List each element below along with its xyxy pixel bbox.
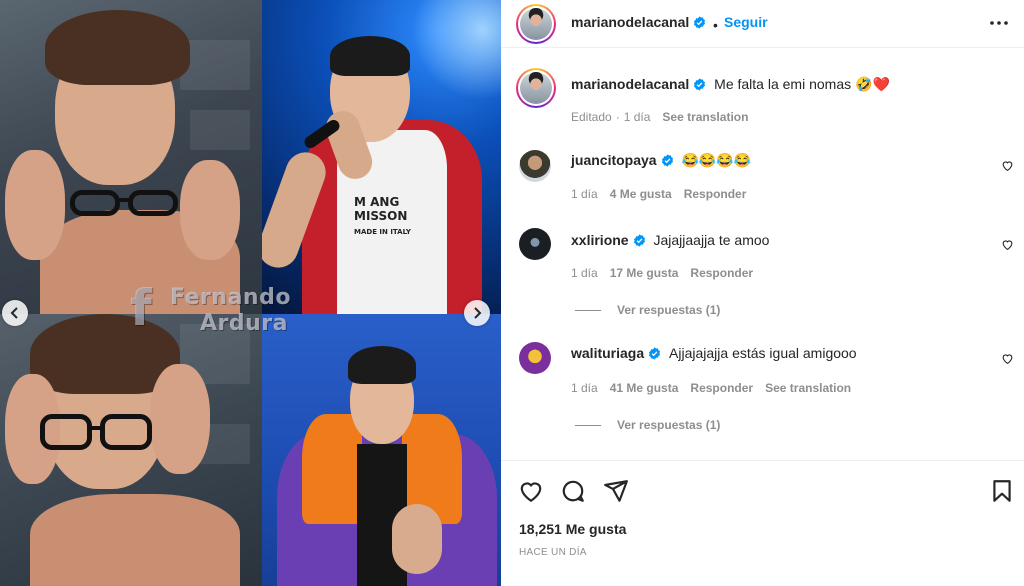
chevron-left-icon: [10, 307, 18, 319]
meme-tile-top-left: [0, 0, 262, 314]
meme-tile-bottom-left: [0, 314, 262, 586]
edited-label: Editado: [571, 110, 612, 124]
share-icon[interactable]: [603, 478, 629, 504]
comment-text: Ajjajajajja estás igual amigooo: [669, 345, 857, 361]
photo-tile-bottom-right: [262, 314, 501, 586]
replies-divider: [575, 425, 601, 427]
replies-divider: [575, 310, 601, 312]
verified-badge-icon: [661, 154, 673, 167]
heart-icon[interactable]: [1001, 352, 1014, 365]
bookmark-icon[interactable]: [989, 478, 1015, 504]
comment-line: juancitopaya 😂😂😂😂: [571, 152, 751, 169]
reply-button[interactable]: Responder: [684, 187, 747, 201]
more-options-icon[interactable]: [988, 14, 1010, 32]
meta-separator: ·: [615, 110, 620, 124]
view-replies-label: Ver respuestas (1): [617, 418, 721, 432]
next-slide-button[interactable]: [464, 300, 490, 326]
caption-avatar[interactable]: [516, 68, 556, 108]
header-separator: •: [713, 17, 718, 33]
verified-badge-icon: [694, 78, 706, 91]
comment-meta: 1 día 17 Me gusta Responder: [571, 266, 765, 280]
comment-avatar[interactable]: [519, 228, 551, 260]
comment-time: 1 día: [571, 381, 598, 395]
verified-badge-icon: [694, 16, 706, 29]
comment-username[interactable]: xxlirione: [571, 232, 629, 248]
comment-line: walituriaga Ajjajajajja estás igual amig…: [571, 345, 857, 361]
view-replies-button[interactable]: Ver respuestas (1): [575, 418, 720, 432]
view-replies-button[interactable]: Ver respuestas (1): [575, 303, 720, 317]
comment-line: xxlirione Jajajjaajja te amoo: [571, 232, 769, 248]
author-username[interactable]: marianodelacanal: [571, 14, 689, 30]
heart-icon[interactable]: [1001, 159, 1014, 172]
follow-button[interactable]: Seguir: [724, 14, 768, 30]
comment-username[interactable]: juancitopaya: [571, 152, 657, 168]
reply-button[interactable]: Responder: [690, 381, 753, 395]
comment-avatar[interactable]: [519, 150, 551, 182]
caption-line: marianodelacanal Me falta la emi nomas 🤣…: [571, 76, 890, 93]
reply-button[interactable]: Responder: [690, 266, 753, 280]
author-name-wrap: marianodelacanal: [571, 14, 706, 30]
comment-item: walituriaga Ajjajajajja estás igual amig…: [501, 338, 1024, 438]
see-translation-link[interactable]: See translation: [765, 381, 851, 395]
heart-icon[interactable]: [1001, 238, 1014, 251]
comment-likes-link[interactable]: 4 Me gusta: [610, 187, 672, 201]
shirt-print: M ANG MISSON MADE IN ITALY: [354, 195, 412, 236]
comment-username[interactable]: walituriaga: [571, 345, 644, 361]
post-side-panel: marianodelacanal • Seguir marianodelacan…: [501, 0, 1024, 586]
comment-meta: 1 día 4 Me gusta Responder: [571, 187, 758, 201]
heart-icon[interactable]: [518, 478, 544, 504]
caption: marianodelacanal Me falta la emi nomas 🤣…: [501, 62, 1024, 132]
caption-meta: Editado · 1 día See translation: [571, 110, 760, 124]
post-media[interactable]: M ANG MISSON MADE IN ITALY f Fernando Ardu…: [0, 0, 501, 586]
comment-text: Jajajjaajja te amoo: [653, 232, 770, 248]
likes-count[interactable]: 18,251 Me gusta: [519, 521, 626, 537]
comment-likes-link[interactable]: 17 Me gusta: [610, 266, 679, 280]
comment-likes-link[interactable]: 41 Me gusta: [610, 381, 679, 395]
author-avatar[interactable]: [516, 4, 556, 44]
comment-time: 1 día: [571, 266, 598, 280]
comment-icon[interactable]: [560, 478, 586, 504]
verified-badge-icon: [649, 347, 661, 360]
comment-item: xxlirione Jajajjaajja te amoo 1 día 17 Me…: [501, 222, 1024, 322]
post-header: marianodelacanal • Seguir: [501, 0, 1024, 48]
comment-meta: 1 día 41 Me gusta Responder See translation: [571, 381, 863, 395]
caption-time: 1 día: [623, 110, 651, 124]
post-date: HACE UN DÍA: [519, 547, 587, 558]
caption-username[interactable]: marianodelacanal: [571, 76, 689, 92]
comment-text: 😂😂😂😂: [681, 152, 752, 168]
verified-badge-icon: [633, 234, 645, 247]
comment-item: juancitopaya 😂😂😂😂 1 día 4 Me gusta Respond…: [501, 142, 1024, 212]
comment-avatar[interactable]: [519, 342, 551, 374]
see-translation-link[interactable]: See translation: [662, 110, 748, 124]
previous-slide-button[interactable]: [2, 300, 28, 326]
singer-tile-top-right: M ANG MISSON MADE IN ITALY: [262, 0, 501, 314]
post-actions: 18,251 Me gusta HACE UN DÍA: [501, 460, 1024, 586]
view-replies-label: Ver respuestas (1): [617, 303, 721, 317]
comment-time: 1 día: [571, 187, 598, 201]
chevron-right-icon: [474, 307, 482, 319]
caption-text: Me falta la emi nomas 🤣❤️: [714, 76, 890, 92]
